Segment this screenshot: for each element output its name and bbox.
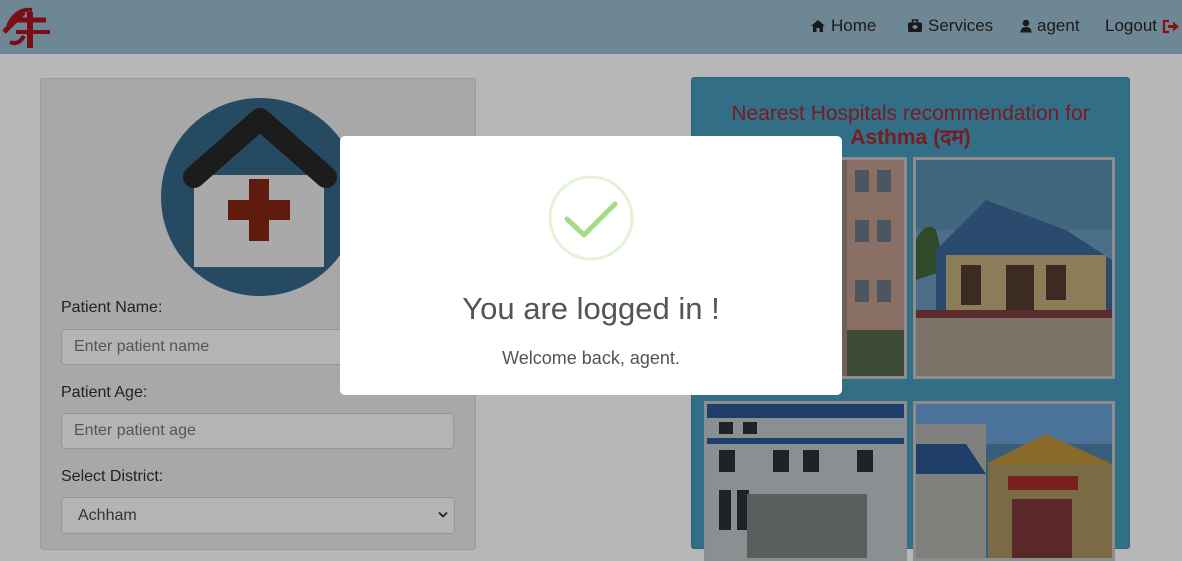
success-check-icon [548,175,634,261]
modal-message: Welcome back, agent. [502,348,680,368]
modal-title: You are logged in ! [462,291,720,326]
login-success-modal: You are logged in ! Welcome back, agent. [340,136,842,395]
